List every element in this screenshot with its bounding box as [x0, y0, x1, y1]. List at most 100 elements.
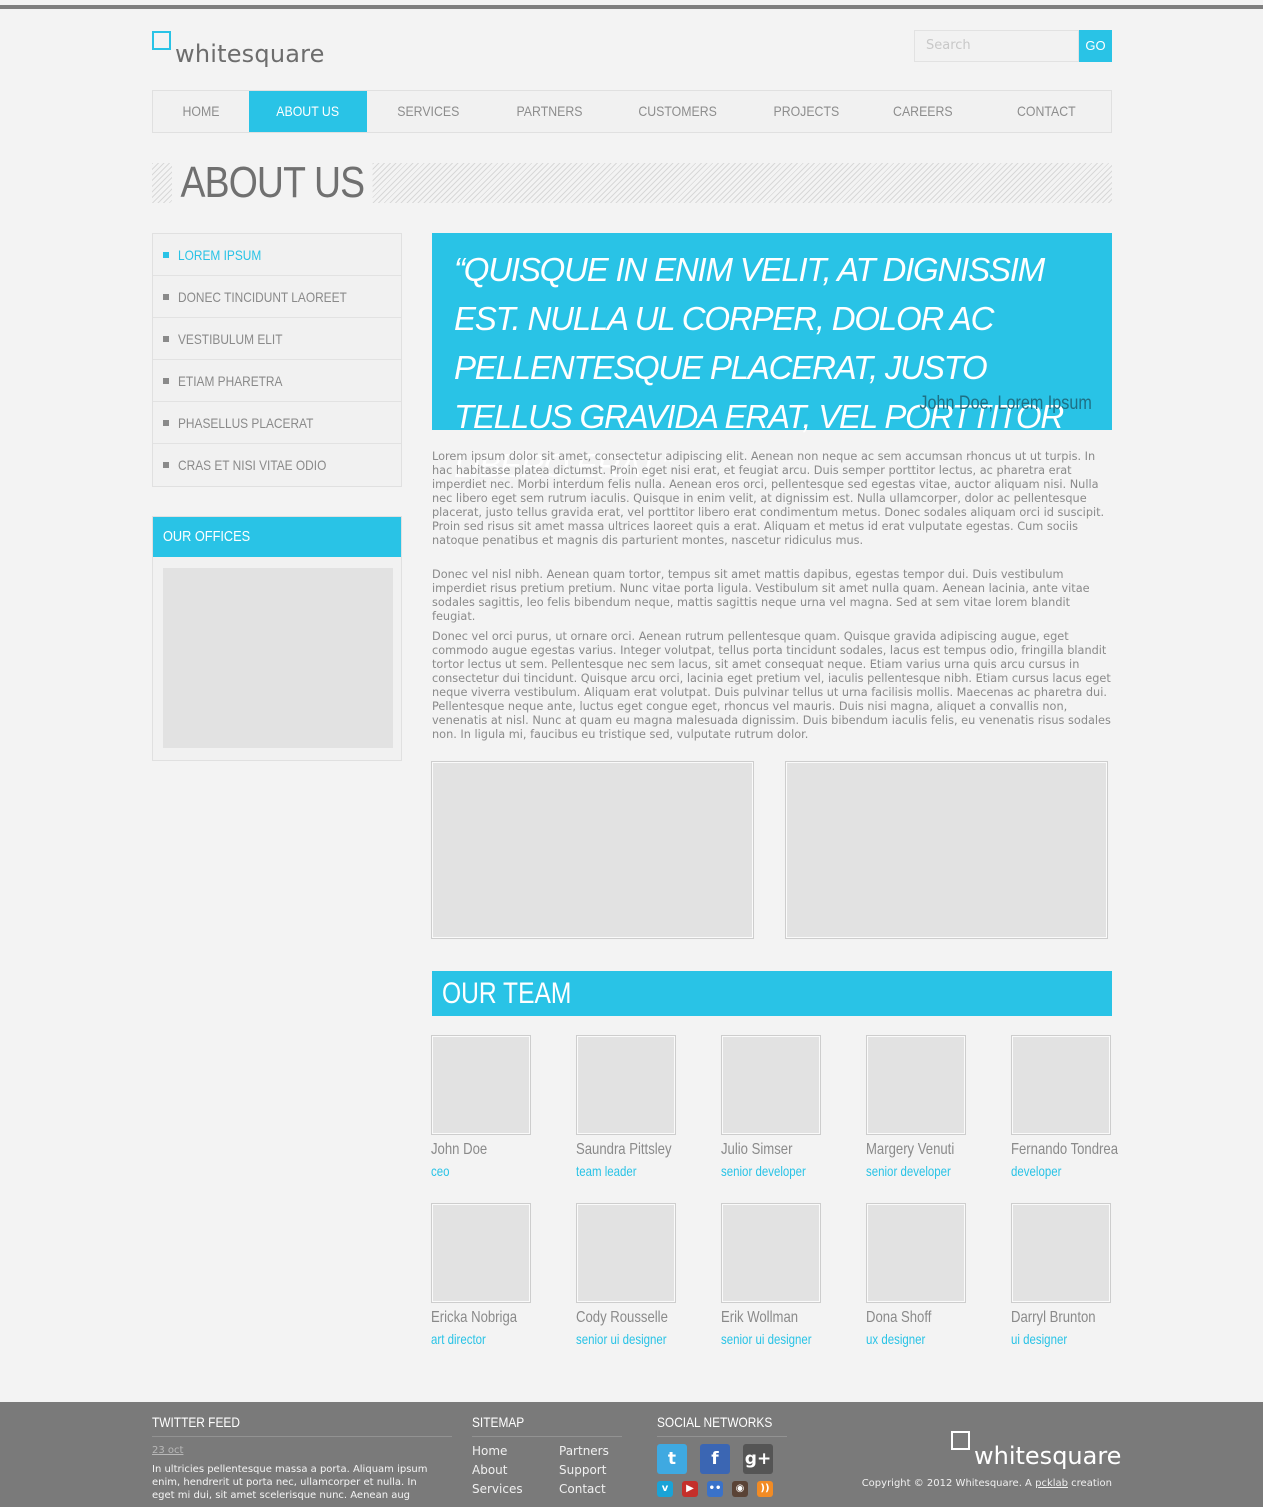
sidebar-item-label: PHASELLUS PLACERAT — [178, 414, 314, 431]
team-member[interactable]: Saundra Pittsley team leader — [576, 1035, 676, 1179]
sidebar-item[interactable]: PHASELLUS PLACERAT — [153, 402, 401, 444]
member-photo — [431, 1035, 531, 1135]
member-photo — [1011, 1035, 1111, 1135]
body-paragraph: Donec vel nisl nibh. Aenean quam tortor,… — [432, 568, 1090, 623]
tweet-date[interactable]: 23 oct — [152, 1445, 183, 1456]
body-paragraph: Lorem ipsum dolor sit amet, consectetur … — [432, 450, 1105, 547]
nav-item-careers[interactable]: CAREERS — [865, 91, 981, 132]
bullet-icon — [163, 293, 169, 300]
top-accent-bar — [0, 5, 1263, 9]
member-role: senior ui designer — [721, 1331, 812, 1347]
member-name: Erik Wollman — [721, 1309, 799, 1326]
member-name: Darryl Brunton — [1011, 1309, 1096, 1326]
sidebar-item[interactable]: DONEC TINCIDUNT LAOREET — [153, 276, 401, 318]
flickr-icon[interactable]: •• — [707, 1481, 723, 1497]
team-member[interactable]: Erik Wollman senior ui designer — [721, 1203, 821, 1347]
sidebar-menu: LOREM IPSUM DONEC TINCIDUNT LAOREET VESTIB… — [152, 233, 402, 487]
sidebar-item[interactable]: LOREM IPSUM — [153, 234, 401, 276]
nav-item-label: SERVICES — [396, 103, 460, 119]
rss-icon[interactable]: )) — [757, 1481, 773, 1497]
tweet-text: In ultricies pellentesque massa a porta.… — [152, 1464, 428, 1501]
page-title-bar: ABOUT US — [152, 158, 1112, 208]
team-member[interactable]: Darryl Brunton ui designer — [1011, 1203, 1111, 1347]
team-member[interactable]: Ericka Nobriga art director — [431, 1203, 531, 1347]
nav-item-home[interactable]: HOME — [153, 91, 249, 132]
member-photo — [1011, 1203, 1111, 1303]
team-title: OUR TEAM — [432, 971, 1112, 1016]
sitemap-link[interactable]: Partners — [559, 1444, 609, 1458]
logo-text: whitesquare — [175, 40, 325, 68]
instagram-icon[interactable]: ◉ — [732, 1481, 748, 1497]
main-nav: HOME ABOUT US SERVICES PARTNERS CUSTOMERS PRO… — [152, 90, 1112, 133]
member-name: Fernando Tondrea — [1011, 1141, 1118, 1158]
member-photo — [721, 1203, 821, 1303]
bullet-icon — [163, 251, 169, 258]
nav-item-projects[interactable]: PROJECTS — [747, 91, 865, 132]
logo-square-icon — [951, 1431, 970, 1450]
team-member[interactable]: Julio Simser senior developer — [721, 1035, 821, 1179]
twitter-feed-title: TWITTER FEED — [152, 1414, 452, 1437]
sitemap-link[interactable]: About — [472, 1463, 507, 1477]
sidebar-item[interactable]: VESTIBULUM ELIT — [153, 318, 401, 360]
nav-item-contact[interactable]: CONTACT — [981, 91, 1111, 132]
twitter-icon[interactable]: t — [657, 1444, 687, 1474]
pcklab-link[interactable]: pcklab — [1035, 1478, 1068, 1489]
body-paragraph: Donec vel orci purus, ut ornare orci. Ae… — [432, 630, 1111, 741]
team-member[interactable]: John Doe ceo — [431, 1035, 531, 1179]
nav-item-label: PARTNERS — [516, 103, 582, 119]
sidebar-item[interactable]: ETIAM PHARETRA — [153, 360, 401, 402]
nav-item-partners[interactable]: PARTNERS — [489, 91, 609, 132]
member-name: John Doe — [431, 1141, 488, 1158]
nav-item-customers[interactable]: CUSTOMERS — [609, 91, 747, 132]
member-role: developer — [1011, 1163, 1062, 1179]
sidebar-item-label: DONEC TINCIDUNT LAOREET — [178, 288, 347, 305]
nav-item-label: PROJECTS — [773, 103, 839, 119]
bullet-icon — [163, 462, 169, 468]
quote-block: “Quisque in enim velit, at dignissim est… — [432, 233, 1112, 484]
member-role: senior developer — [721, 1163, 806, 1179]
bullet-icon — [163, 419, 169, 426]
logo-square-icon — [152, 31, 171, 50]
search-form: Search GO — [914, 30, 1112, 62]
member-photo — [866, 1203, 966, 1303]
sidebar-item-label: ETIAM PHARETRA — [178, 372, 283, 389]
bullet-icon — [163, 335, 169, 342]
sitemap-link[interactable]: Support — [559, 1463, 606, 1477]
member-role: ui designer — [1011, 1331, 1068, 1347]
member-role: art director — [431, 1331, 486, 1347]
sitemap-link[interactable]: Home — [472, 1444, 507, 1458]
sidebar-item[interactable]: CRAS ET NISI VITAE ODIO — [153, 444, 401, 486]
sitemap-title: SITEMAP — [472, 1414, 622, 1437]
sitemap-link[interactable]: Contact — [559, 1482, 606, 1496]
footer-logo-text: whitesquare — [974, 1442, 1122, 1470]
photo-placeholder — [431, 761, 754, 939]
team-member[interactable]: Margery Venuti senior developer — [866, 1035, 966, 1179]
nav-item-label: CAREERS — [893, 103, 953, 119]
nav-item-label: HOME — [182, 103, 220, 119]
member-name: Margery Venuti — [866, 1141, 955, 1158]
member-name: Saundra Pittsley — [576, 1141, 672, 1158]
page-title: ABOUT US — [172, 158, 373, 208]
member-photo — [866, 1035, 966, 1135]
youtube-icon[interactable]: ▶ — [682, 1481, 698, 1497]
facebook-icon[interactable]: f — [700, 1444, 730, 1474]
member-role: ceo — [431, 1163, 450, 1179]
member-name: Julio Simser — [721, 1141, 793, 1158]
member-name: Ericka Nobriga — [431, 1309, 518, 1326]
nav-item-about-us[interactable]: ABOUT US — [249, 91, 367, 132]
team-member[interactable]: Cody Rousselle senior ui designer — [576, 1203, 676, 1347]
nav-item-services[interactable]: SERVICES — [367, 91, 489, 132]
team-member[interactable]: Dona Shoff ux designer — [866, 1203, 966, 1347]
member-name: Cody Rousselle — [576, 1309, 668, 1326]
member-role: senior ui designer — [576, 1331, 667, 1347]
search-go-button[interactable]: GO — [1079, 30, 1112, 62]
team-member[interactable]: Fernando Tondrea developer — [1011, 1035, 1118, 1179]
member-role: senior developer — [866, 1163, 951, 1179]
sitemap-link[interactable]: Services — [472, 1482, 523, 1496]
quote-author: John Doe, Lorem Ipsum — [919, 393, 1092, 414]
vimeo-icon[interactable]: v — [657, 1481, 673, 1497]
search-input[interactable]: Search — [914, 30, 1079, 62]
google-plus-icon[interactable]: g+ — [743, 1444, 773, 1474]
nav-item-label: CONTACT — [1016, 103, 1076, 119]
member-role: ux designer — [866, 1331, 926, 1347]
